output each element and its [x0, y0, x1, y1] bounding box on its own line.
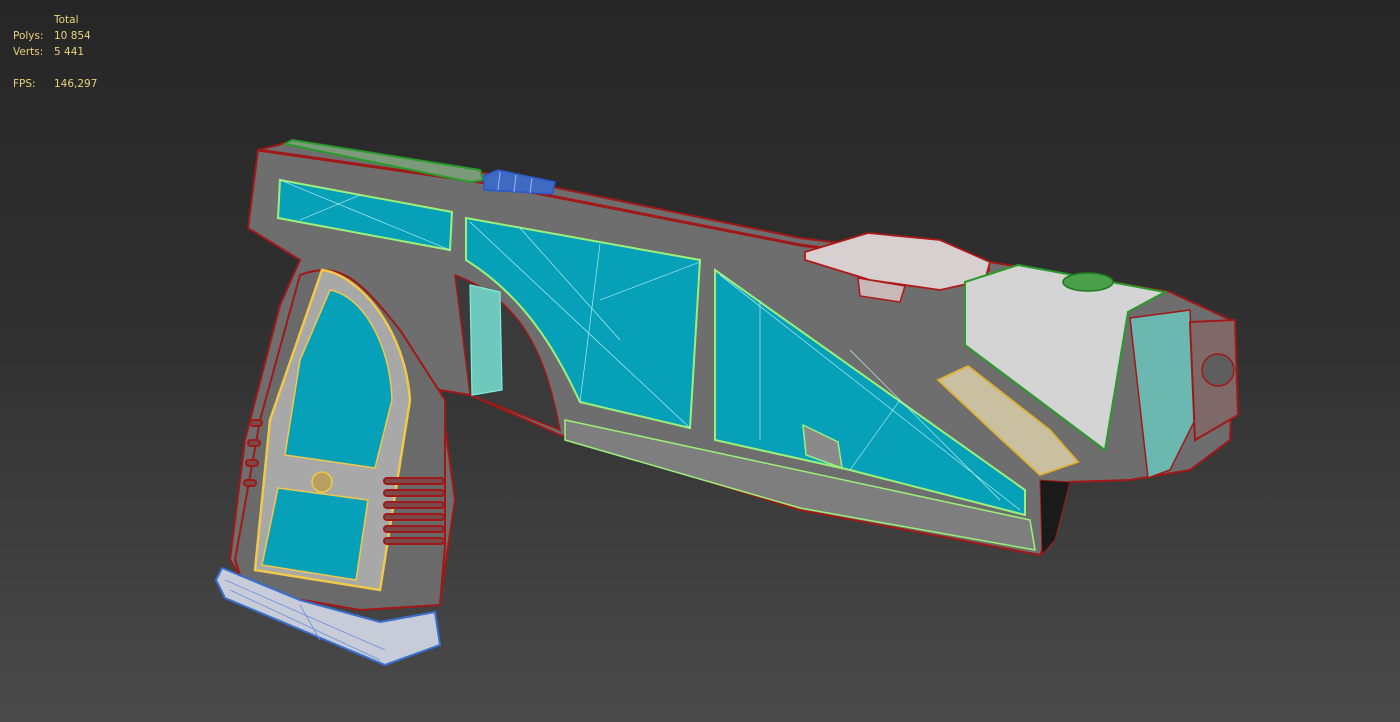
muzzle-cap	[1062, 272, 1114, 292]
muzzle-bore	[1201, 353, 1235, 387]
grip-inset-lower	[261, 487, 369, 581]
rear-sight	[483, 169, 556, 195]
grip-medallion	[311, 471, 333, 493]
trigger	[469, 284, 503, 396]
3d-viewport[interactable]: Total Polys: 10 854 Verts: 5 441 FPS: 146,2…	[0, 0, 1400, 722]
underbarrel-shadow	[1039, 479, 1071, 557]
wireframe-pistol-model[interactable]	[0, 0, 1400, 722]
